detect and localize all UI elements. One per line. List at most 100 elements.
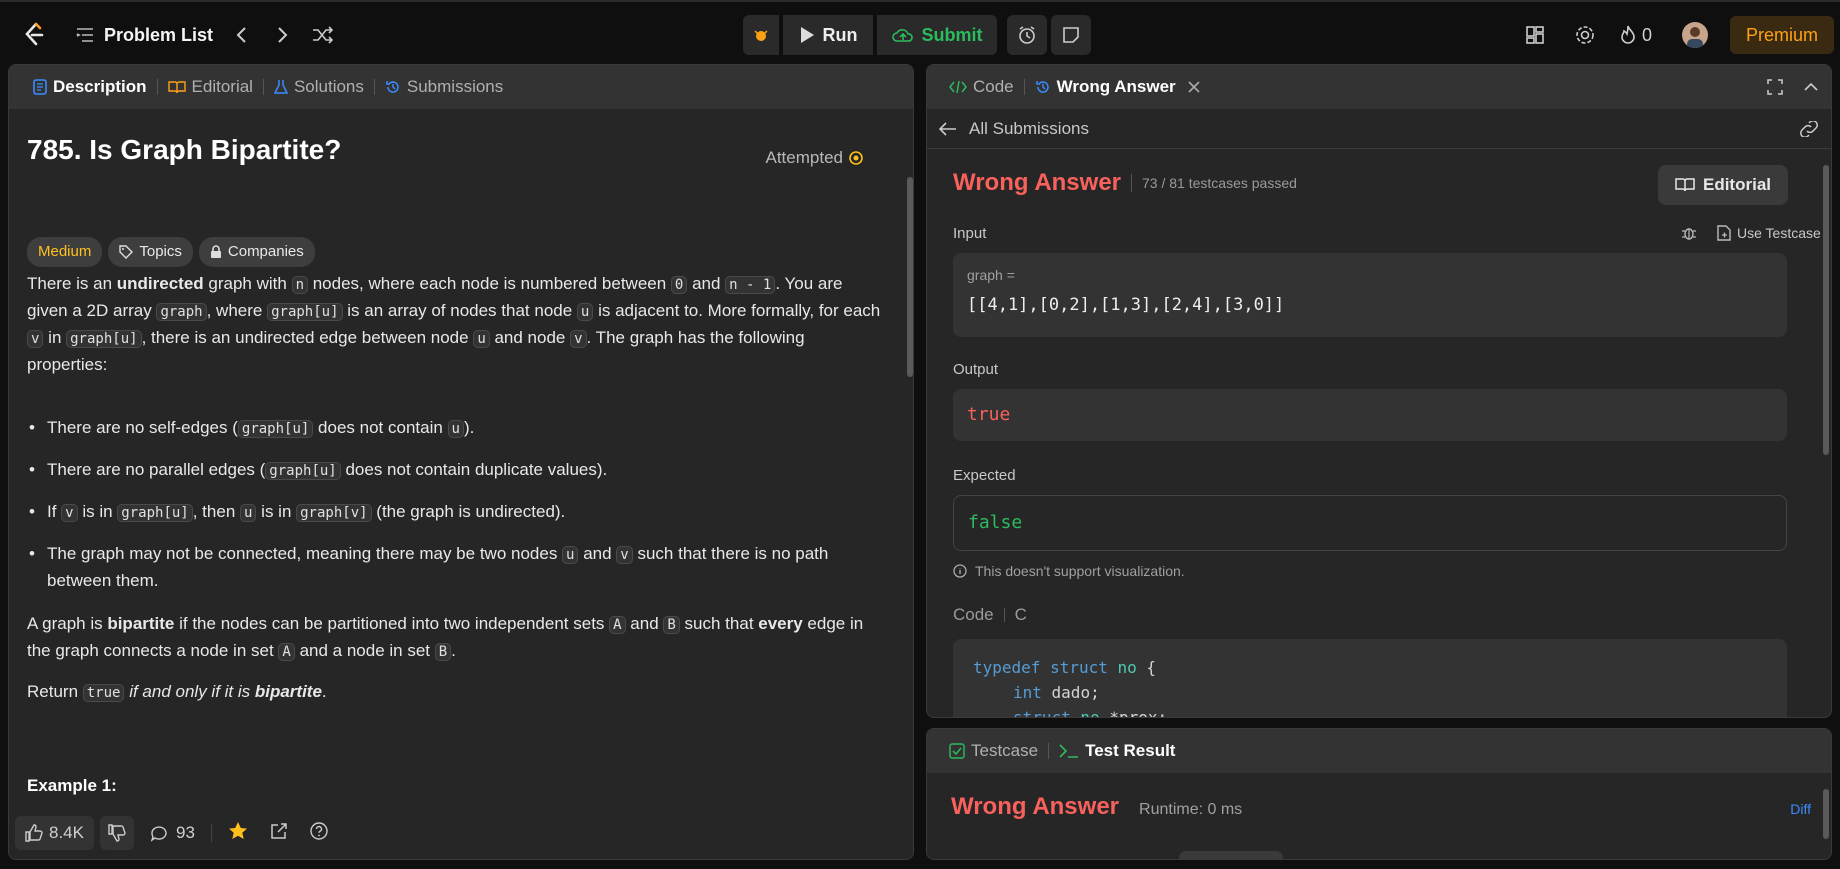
visualization-note-text: This doesn't support visualization. bbox=[975, 563, 1185, 579]
companies-button[interactable]: Companies bbox=[198, 237, 315, 267]
text: There are no self-edges ( bbox=[47, 418, 238, 437]
tab-divider bbox=[1023, 79, 1025, 95]
inline-code: u bbox=[576, 303, 594, 321]
scrollbar[interactable] bbox=[1823, 789, 1829, 839]
tab-submissions[interactable]: Submissions bbox=[377, 65, 511, 109]
dislike-button[interactable] bbox=[99, 816, 134, 850]
attempted-status: Attempted bbox=[766, 145, 864, 171]
code-token: no bbox=[1070, 708, 1100, 718]
bug-icon[interactable] bbox=[1681, 225, 1697, 241]
premium-button[interactable]: Premium bbox=[1730, 16, 1834, 54]
inline-code: graph[u] bbox=[117, 504, 193, 522]
tab-description[interactable]: Description bbox=[25, 65, 155, 109]
submit-button[interactable]: Submit bbox=[877, 15, 997, 55]
random-problem-button[interactable] bbox=[308, 20, 338, 50]
code-token: dado; bbox=[1041, 683, 1100, 702]
text: does not contain duplicate values). bbox=[340, 460, 608, 479]
share-button[interactable] bbox=[264, 822, 294, 845]
submission-panel: Code Wrong Answer All Submissions Wrong … bbox=[926, 64, 1832, 718]
maximize-icon[interactable] bbox=[1767, 79, 1783, 95]
run-submit-group: Run Submit bbox=[743, 15, 1091, 55]
tab-divider bbox=[156, 79, 158, 95]
difficulty-badge: Medium bbox=[27, 237, 103, 267]
tab-divider bbox=[373, 79, 375, 95]
tab-wrong-answer[interactable]: Wrong Answer bbox=[1027, 65, 1208, 109]
tab-code[interactable]: Code bbox=[941, 65, 1022, 109]
streak-counter[interactable]: 0 bbox=[1620, 20, 1652, 50]
text: . bbox=[321, 682, 327, 701]
tab-description-label: Description bbox=[53, 77, 147, 96]
problem-list-link[interactable]: Problem List bbox=[76, 20, 213, 50]
tab-solutions[interactable]: Solutions bbox=[266, 65, 372, 109]
tab-testcase[interactable]: Testcase bbox=[941, 729, 1046, 773]
text: . bbox=[451, 641, 456, 660]
use-testcase-button[interactable]: Use Testcase bbox=[1737, 225, 1821, 241]
text: in bbox=[43, 328, 67, 347]
arrow-left-icon[interactable] bbox=[939, 121, 957, 136]
favorite-button[interactable] bbox=[218, 821, 258, 846]
scrollbar[interactable] bbox=[1823, 165, 1829, 455]
editorial-button[interactable]: Editorial bbox=[1658, 165, 1788, 205]
text: (the graph is undirected). bbox=[371, 502, 566, 521]
problem-list-label: Problem List bbox=[104, 24, 214, 45]
code-token: int bbox=[1013, 683, 1042, 702]
like-count: 8.4K bbox=[49, 823, 84, 842]
text: and bbox=[625, 614, 664, 633]
text: ). bbox=[463, 418, 475, 437]
close-icon[interactable] bbox=[1188, 81, 1200, 93]
fire-icon bbox=[1621, 25, 1635, 44]
tag-icon bbox=[119, 245, 134, 259]
divider bbox=[1131, 174, 1133, 192]
inline-code: u bbox=[447, 420, 464, 438]
scrollbar[interactable] bbox=[907, 177, 913, 377]
debug-button[interactable] bbox=[743, 15, 779, 55]
all-submissions-link[interactable]: All Submissions bbox=[969, 119, 1089, 139]
run-label: Run bbox=[822, 24, 858, 45]
history-icon bbox=[386, 81, 399, 93]
expected-value: false bbox=[968, 512, 1023, 533]
checkbox-icon bbox=[949, 743, 965, 759]
input-box: graph = [[4,1],[0,2],[1,3],[2,4],[3,0]] bbox=[953, 253, 1787, 337]
description-paragraph-2: A graph is bipartite if the nodes can be… bbox=[27, 611, 887, 665]
inline-code: A bbox=[278, 643, 295, 661]
attempted-label: Attempted bbox=[765, 148, 844, 167]
tab-editorial-label: Editorial bbox=[191, 77, 253, 96]
comments-button[interactable]: 93 bbox=[140, 823, 205, 843]
tab-editorial[interactable]: Editorial bbox=[160, 65, 261, 109]
run-button[interactable]: Run bbox=[783, 15, 873, 55]
text: is an array of nodes that node bbox=[342, 301, 577, 320]
code-token: struct bbox=[1040, 658, 1108, 677]
tab-test-result[interactable]: Test Result bbox=[1051, 729, 1183, 773]
avatar[interactable] bbox=[1682, 22, 1708, 48]
expected-label: Expected bbox=[953, 467, 1016, 484]
chevron-up-icon[interactable] bbox=[1803, 79, 1819, 95]
list-item: There are no parallel edges (graph[u] do… bbox=[27, 457, 887, 484]
case-tab-stub[interactable] bbox=[1179, 851, 1283, 859]
topics-button[interactable]: Topics bbox=[108, 237, 193, 267]
prev-problem-button[interactable] bbox=[226, 20, 256, 50]
code-block: typedef struct no { int dado; struct no … bbox=[953, 639, 1787, 718]
attempted-icon bbox=[849, 151, 863, 165]
diff-toggle[interactable]: Diff bbox=[1790, 801, 1811, 817]
leetcode-logo-icon[interactable] bbox=[22, 22, 46, 48]
inline-code: graph[u] bbox=[237, 420, 314, 438]
settings-button[interactable] bbox=[1570, 20, 1600, 50]
link-icon[interactable] bbox=[1799, 120, 1819, 137]
layout-button[interactable] bbox=[1520, 20, 1550, 50]
text: such that bbox=[679, 614, 759, 633]
divider bbox=[1003, 608, 1005, 622]
help-button[interactable] bbox=[300, 821, 338, 845]
inline-code: graph bbox=[156, 303, 207, 321]
code-line: int dado; bbox=[973, 680, 1767, 705]
bug-icon bbox=[754, 30, 768, 41]
user-avatar-icon bbox=[1687, 27, 1703, 48]
notes-button[interactable] bbox=[1051, 15, 1091, 55]
cloud-upload-icon bbox=[891, 29, 913, 42]
thumbs-up-icon bbox=[25, 824, 43, 842]
next-problem-button[interactable] bbox=[268, 20, 298, 50]
inline-code: 0 bbox=[670, 276, 688, 294]
like-button[interactable]: 8.4K bbox=[15, 816, 94, 850]
chevron-left-icon bbox=[236, 27, 246, 43]
timer-button[interactable] bbox=[1007, 15, 1047, 55]
info-icon bbox=[953, 564, 967, 578]
